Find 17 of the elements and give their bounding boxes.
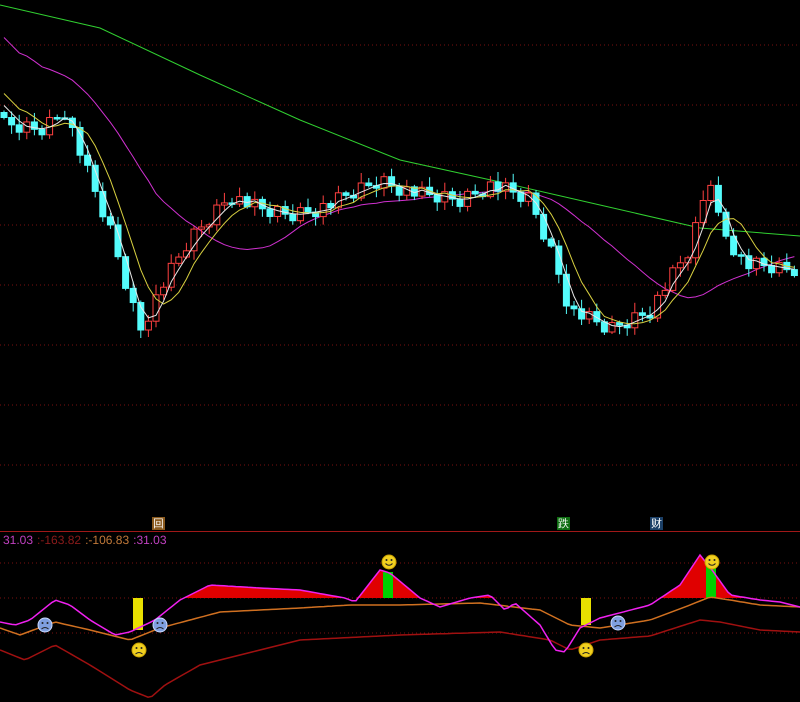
indicator-reading: :31.03 bbox=[133, 533, 166, 547]
smiley-icon bbox=[382, 554, 396, 570]
indicator-reading: :-106.83 bbox=[85, 533, 130, 547]
signal-marker: 回 bbox=[152, 517, 165, 530]
signal-marker: 跌 bbox=[557, 517, 570, 530]
frown-icon bbox=[132, 642, 146, 658]
signal-marker: 财 bbox=[650, 517, 663, 530]
frown-icon bbox=[38, 618, 52, 632]
frown-icon bbox=[610, 616, 626, 630]
signal-bar bbox=[133, 598, 143, 630]
signal-bar bbox=[383, 572, 393, 598]
indicator-reading: 31.03 bbox=[3, 533, 34, 547]
indicator-reading: :-163.82 bbox=[37, 533, 82, 547]
smiley-icon bbox=[704, 554, 720, 570]
signal-bar bbox=[581, 598, 591, 625]
frown-icon bbox=[152, 618, 168, 632]
frown-icon bbox=[578, 642, 594, 658]
